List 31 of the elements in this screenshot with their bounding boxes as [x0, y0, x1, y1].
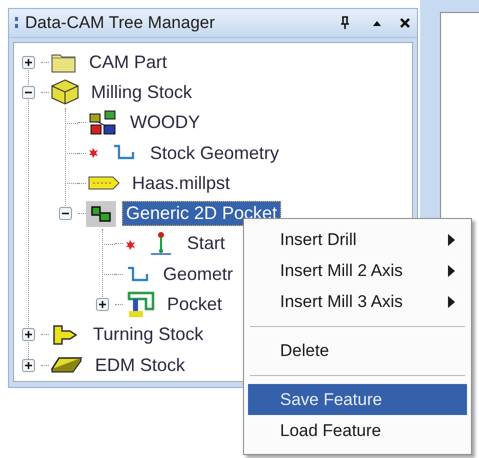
blocks-icon	[88, 110, 118, 136]
menu-item[interactable]: Insert Mill 2 Axis	[248, 255, 467, 286]
menu-item[interactable]: Insert Mill 3 Axis	[248, 286, 467, 317]
collapse-icon[interactable]	[58, 207, 72, 220]
close-icon[interactable]	[399, 17, 411, 29]
cube-icon	[51, 79, 79, 106]
expand-icon[interactable]	[22, 358, 34, 372]
tree-item[interactable]: Turning Stock	[89, 322, 208, 348]
plate-icon	[51, 356, 83, 374]
tree-item[interactable]: CAM Part	[85, 50, 172, 75]
pocket-icon	[125, 290, 155, 319]
tree-item[interactable]: Stock Geometry	[146, 140, 284, 166]
menu-item[interactable]: Save Feature	[248, 384, 467, 415]
menu-item[interactable]: Load Feature	[248, 415, 467, 446]
tree-item[interactable]: Pocket	[163, 292, 226, 318]
expand-icon[interactable]	[22, 328, 34, 342]
tree-item[interactable]: EDM Stock	[91, 352, 190, 378]
menu-item[interactable]: Delete	[248, 335, 467, 366]
tree-item[interactable]: Milling Stock	[87, 80, 196, 105]
tree-item[interactable]: Haas.millpst	[128, 170, 234, 196]
menu-item[interactable]: Insert Drill	[248, 224, 467, 255]
tag-icon	[88, 174, 120, 192]
tree-item[interactable]: Geometr	[159, 262, 238, 287]
panel-title: Data-CAM Tree Manager	[25, 13, 216, 33]
collapse-icon[interactable]	[22, 86, 34, 99]
tree-item[interactable]: Start	[183, 231, 230, 256]
pin-icon[interactable]	[339, 16, 351, 30]
grip-icon[interactable]	[15, 16, 19, 30]
expand-icon[interactable]	[96, 298, 108, 312]
expand-icon[interactable]	[22, 56, 34, 69]
tree-item[interactable]: WOODY	[126, 110, 204, 136]
